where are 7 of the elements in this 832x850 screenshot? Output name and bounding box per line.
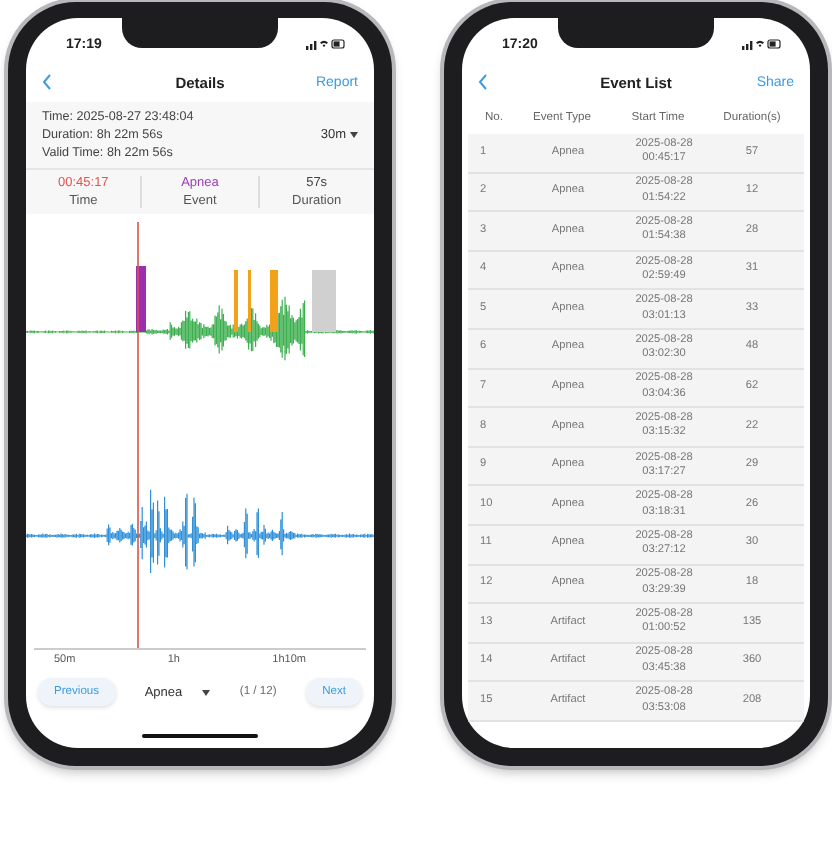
back-icon[interactable]	[42, 74, 52, 90]
status-icons	[306, 38, 346, 50]
back-icon[interactable]	[478, 74, 488, 90]
caret-icon	[350, 132, 358, 138]
status-icons	[742, 38, 782, 50]
caret-icon	[202, 689, 211, 695]
home-indicator	[142, 733, 258, 738]
